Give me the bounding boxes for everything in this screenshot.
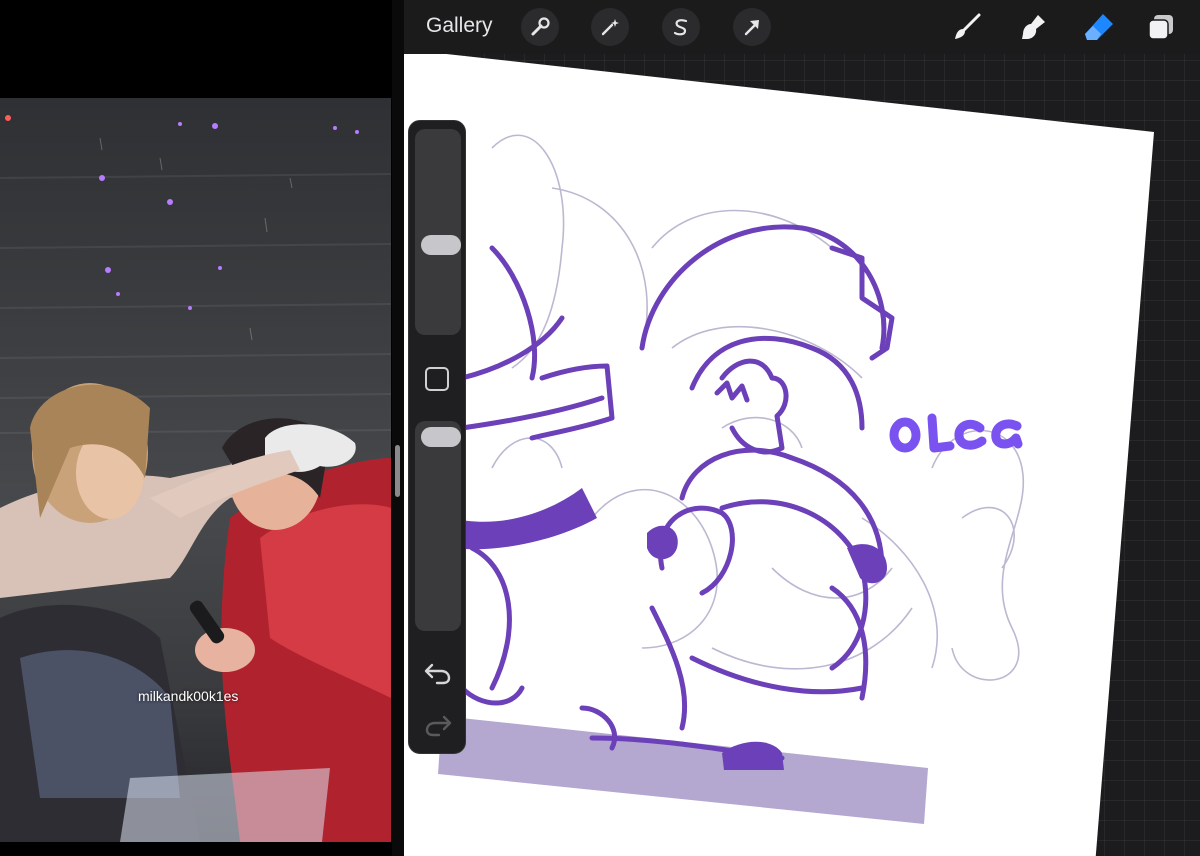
brush-size-slider[interactable] <box>415 129 461 335</box>
brush-sidebar <box>408 120 466 754</box>
adjustments-button[interactable] <box>591 8 629 46</box>
eraser-icon <box>1085 14 1113 40</box>
drawing-canvas[interactable] <box>404 54 1200 856</box>
layers-icon <box>1148 15 1173 40</box>
selection-s-icon <box>673 19 688 36</box>
canvas-viewport[interactable] <box>404 54 1200 856</box>
redo-button[interactable] <box>423 713 453 737</box>
eraser-button[interactable] <box>1080 8 1118 46</box>
photo-watermark: milkandk00k1es <box>138 688 239 704</box>
procreate-toolbar: Gallery <box>404 0 1200 54</box>
opacity-knob[interactable] <box>421 427 461 447</box>
smudge-button[interactable] <box>1014 8 1052 46</box>
concert-photo <box>0 98 391 842</box>
brush-button[interactable] <box>948 8 986 46</box>
smudge-icon <box>1022 15 1045 39</box>
modify-button[interactable] <box>425 367 449 391</box>
undo-button[interactable] <box>423 661 453 685</box>
selection-button[interactable] <box>662 8 700 46</box>
opacity-slider[interactable] <box>415 421 461 631</box>
split-view-screen: ••• <box>0 0 1200 856</box>
actions-button[interactable] <box>521 8 559 46</box>
magic-wand-icon <box>601 19 619 36</box>
split-view-divider <box>392 0 404 856</box>
reference-photo-pane: ••• <box>0 0 392 856</box>
brush-size-knob[interactable] <box>421 235 461 255</box>
layers-button[interactable] <box>1142 8 1180 46</box>
gallery-button[interactable]: Gallery <box>426 14 493 38</box>
redo-icon <box>425 715 452 737</box>
split-view-handle[interactable] <box>395 445 400 497</box>
brush-icon <box>955 13 981 39</box>
transform-button[interactable] <box>733 8 771 46</box>
undo-icon <box>424 663 451 685</box>
transform-arrow-icon <box>744 20 759 36</box>
wrench-icon <box>531 17 550 36</box>
concert-photo-image <box>0 115 391 842</box>
procreate-pane: Gallery <box>404 0 1200 856</box>
